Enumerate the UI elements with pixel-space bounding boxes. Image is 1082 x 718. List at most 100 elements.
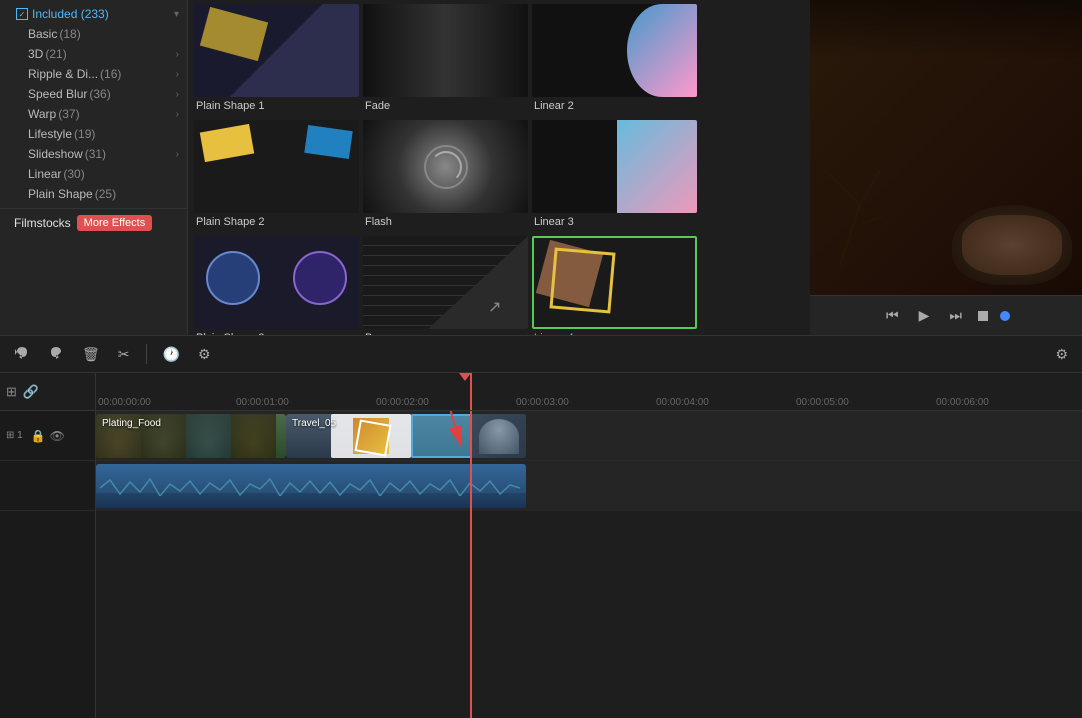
- sidebar-item-warp[interactable]: Warp (37) ›: [0, 104, 187, 124]
- effect-item-linear1[interactable]: Linear 2: [532, 4, 697, 116]
- forward-button[interactable]: ⏭: [945, 303, 966, 328]
- track-label-col: ⊞ 1 🔒 👁: [0, 411, 96, 718]
- effect-label-plain2: Plain Shape 2: [194, 213, 359, 228]
- effect-label-linear1: Linear 2: [532, 97, 697, 112]
- effect-overlay-thumb: [353, 418, 389, 454]
- warp-count: (37): [58, 107, 79, 121]
- effect-item-plain3[interactable]: Plain Shape 3: [194, 236, 359, 335]
- preview-background: [810, 0, 1082, 295]
- chevron-right-icon-2: ›: [176, 69, 179, 80]
- clip-travel-label: Travel_05: [288, 416, 340, 431]
- audio-clip[interactable]: [96, 464, 526, 508]
- time-1: 00:00:01:00: [236, 397, 289, 408]
- lifestyle-count: (19): [74, 127, 95, 141]
- record-button[interactable]: [1000, 311, 1010, 321]
- stop-button[interactable]: [978, 311, 988, 321]
- effect-thumb-flash: [363, 120, 528, 213]
- track-content: Plating_Food Travel_05: [96, 411, 1082, 718]
- timeline-area: ⊞ 🔗 00:00:00:00 00:00:01:00 00:00:02:00 …: [0, 373, 1082, 718]
- track-playhead: [470, 411, 472, 718]
- sidebar-item-slideshow[interactable]: Slideshow (31) ›: [0, 144, 187, 164]
- food-items: [962, 215, 1062, 275]
- time-2: 00:00:02:00: [376, 397, 429, 408]
- sidebar-item-basic[interactable]: Basic (18): [0, 24, 187, 44]
- effect-item-bar[interactable]: ↗ Bar: [363, 236, 528, 335]
- warp-label: Warp: [28, 107, 56, 121]
- effect-label-linear3: Linear 3: [532, 213, 697, 228]
- effect-thumb-linear4: [532, 236, 697, 329]
- track-label-video: ⊞ 1 🔒 👁: [0, 411, 95, 461]
- sidebar-item-included[interactable]: ✓ Included (233) ▾: [0, 4, 187, 24]
- effect-item-plain1[interactable]: Plain Shape 1: [194, 4, 359, 116]
- time-6: 00:00:06:00: [936, 397, 989, 408]
- history-button[interactable]: 🕐: [157, 342, 186, 367]
- rewind-button[interactable]: ⏮: [882, 303, 903, 328]
- filmstocks-row: Filmstocks More Effects: [0, 208, 187, 237]
- redo-button[interactable]: [42, 341, 70, 368]
- sidebar-item-linear[interactable]: Linear (30): [0, 164, 187, 184]
- preview-panel: ⏮ ▶ ⏭: [810, 0, 1082, 335]
- time-5: 00:00:05:00: [796, 397, 849, 408]
- timeline-ruler[interactable]: 00:00:00:00 00:00:01:00 00:00:02:00 00:0…: [96, 373, 1082, 410]
- visibility-icon[interactable]: 👁: [50, 429, 65, 443]
- playhead-triangle: [459, 373, 471, 381]
- effect-label-plain1: Plain Shape 1: [194, 97, 359, 112]
- link-icon[interactable]: 🔗: [23, 384, 39, 400]
- time-0: 00:00:00:00: [98, 397, 151, 408]
- included-label: Included (233): [32, 7, 109, 21]
- audio-track[interactable]: [96, 461, 1082, 511]
- track-number: ⊞ 1: [6, 430, 23, 441]
- middle-toolbar: 🗑 ✂ 🕐 ⚙ ⚙: [0, 335, 1082, 373]
- adjust-button[interactable]: ⚙: [192, 342, 217, 367]
- settings-button[interactable]: ⚙: [1049, 342, 1074, 367]
- sidebar-item-ripple[interactable]: Ripple & Di... (16) ›: [0, 64, 187, 84]
- effect-item-plain2[interactable]: Plain Shape 2: [194, 120, 359, 232]
- clip-travel-05[interactable]: Travel_05: [286, 414, 526, 458]
- effect-thumb-plain2: [194, 120, 359, 213]
- 3d-count: (21): [45, 47, 66, 61]
- chevron-right-icon-5: ›: [176, 149, 179, 160]
- sidebar-item-speed[interactable]: Speed Blur (36) ›: [0, 84, 187, 104]
- timeline-left-col: ⊞ 🔗: [0, 373, 96, 410]
- play-button[interactable]: ▶: [915, 303, 934, 328]
- video-track[interactable]: Plating_Food Travel_05: [96, 411, 1082, 461]
- track-label-audio: [0, 461, 95, 511]
- add-track-icon[interactable]: ⊞: [6, 384, 17, 400]
- sidebar-item-plain[interactable]: Plain Shape (25): [0, 184, 187, 204]
- slideshow-count: (31): [85, 147, 106, 161]
- clip-mini-img: [471, 414, 526, 458]
- branches: [820, 165, 900, 265]
- chevron-right-icon-3: ›: [176, 89, 179, 100]
- ripple-label: Ripple & Di...: [28, 67, 98, 81]
- effect-item-linear3[interactable]: Linear 3: [532, 120, 697, 232]
- more-effects-button[interactable]: More Effects: [77, 215, 153, 231]
- effect-thumb-plain1: [194, 4, 359, 97]
- lifestyle-label: Lifestyle: [28, 127, 72, 141]
- plain-count: (25): [95, 187, 116, 201]
- cut-button[interactable]: ✂: [112, 342, 136, 367]
- ripple-count: (16): [100, 67, 121, 81]
- delete-button[interactable]: 🗑: [76, 342, 106, 367]
- basic-count: (18): [59, 27, 80, 41]
- effect-overlay: [331, 414, 411, 458]
- linear-count: (30): [63, 167, 84, 181]
- effect-item-fade[interactable]: Fade: [363, 4, 528, 116]
- sidebar-item-3d[interactable]: 3D (21) ›: [0, 44, 187, 64]
- lock-icon[interactable]: 🔒: [31, 429, 46, 443]
- preview-video: [810, 0, 1082, 295]
- effect-thumb-linear3: [532, 120, 697, 213]
- clip-person: [479, 419, 519, 454]
- plain-label: Plain Shape: [28, 187, 93, 201]
- clip-plating-label: Plating_Food: [98, 416, 165, 431]
- effect-item-linear4[interactable]: Linear 4: [532, 236, 697, 335]
- timeline-header: ⊞ 🔗 00:00:00:00 00:00:01:00 00:00:02:00 …: [0, 373, 1082, 411]
- waveform-lines: [96, 472, 526, 496]
- clip-plating-food[interactable]: Plating_Food: [96, 414, 286, 458]
- sidebar-item-lifestyle[interactable]: Lifestyle (19): [0, 124, 187, 144]
- basic-label: Basic: [28, 27, 57, 41]
- effect-thumb-bar: ↗: [363, 236, 528, 329]
- speed-label: Speed Blur: [28, 87, 87, 101]
- chevron-right-icon-4: ›: [176, 109, 179, 120]
- undo-button[interactable]: [8, 341, 36, 368]
- effect-item-flash[interactable]: Flash: [363, 120, 528, 232]
